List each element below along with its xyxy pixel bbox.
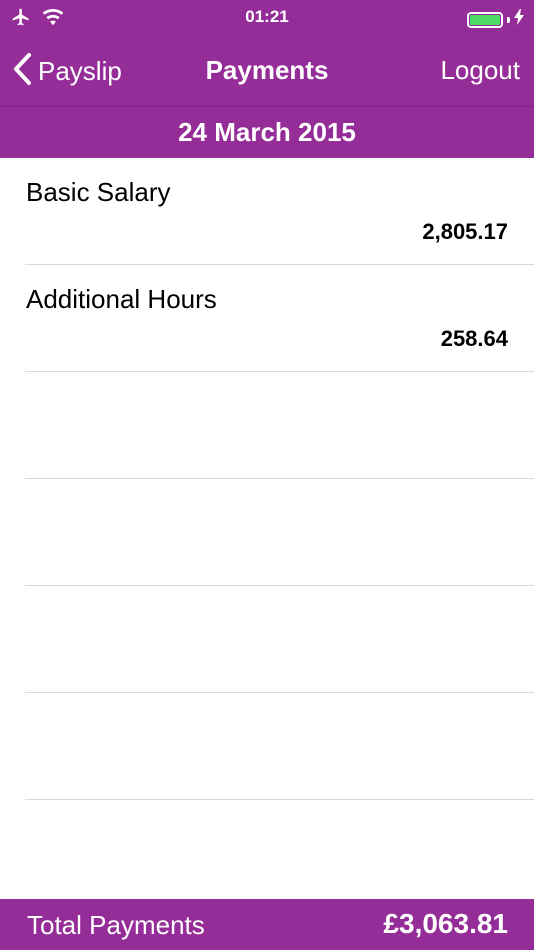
back-button-label: Payslip (38, 56, 122, 86)
total-label: Total Payments (27, 910, 205, 940)
logout-button[interactable]: Logout (440, 55, 520, 86)
battery-icon (467, 11, 503, 28)
payment-amount: 258.64 (440, 326, 508, 351)
status-right (467, 9, 524, 30)
status-time: 01:21 (245, 7, 289, 26)
chevron-left-icon (12, 52, 32, 91)
empty-row (0, 372, 534, 479)
payslip-date: 24 March 2015 (178, 117, 356, 147)
battery-nub (507, 16, 510, 23)
payment-amount: 2,805.17 (422, 219, 508, 244)
payment-label: Additional Hours (26, 284, 217, 314)
empty-row (0, 693, 534, 800)
battery-level (470, 14, 500, 25)
list-item[interactable]: Additional Hours 258.64 (0, 265, 534, 372)
empty-row (0, 800, 534, 907)
navbar: Payslip Payments Logout (0, 36, 534, 106)
total-bar: Total Payments £3,063.81 (0, 899, 534, 950)
payments-list: Basic Salary 2,805.17 Additional Hours 2… (0, 158, 534, 907)
header: 01:21 Payslip Payments Logout 24 March 2… (0, 0, 534, 158)
payment-label: Basic Salary (26, 177, 171, 207)
charging-bolt-icon (514, 9, 524, 30)
empty-row (0, 586, 534, 693)
back-button[interactable]: Payslip (12, 52, 122, 91)
empty-row (0, 479, 534, 586)
total-amount: £3,063.81 (383, 908, 508, 939)
list-item[interactable]: Basic Salary 2,805.17 (0, 158, 534, 265)
status-bar: 01:21 (0, 0, 534, 36)
